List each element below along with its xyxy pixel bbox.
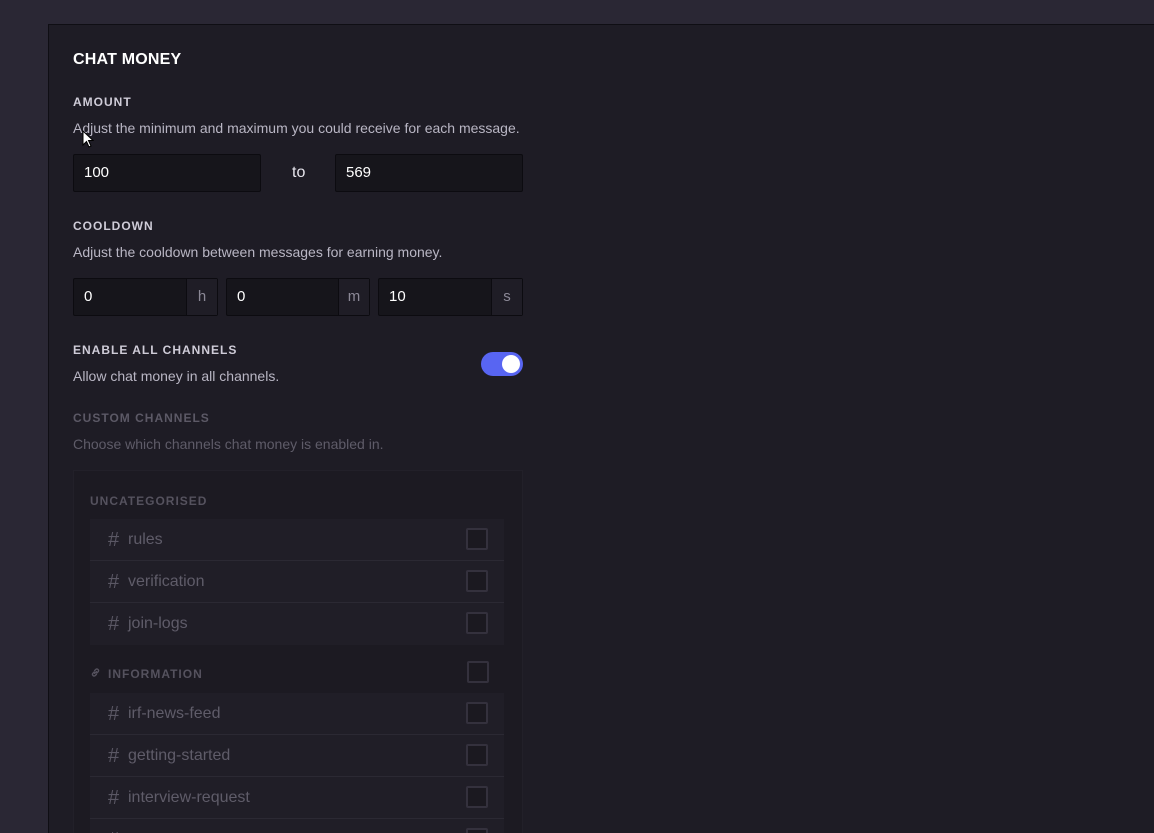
channel-checkbox[interactable] xyxy=(466,828,488,833)
category-uncategorised: UNCATEGORISED xyxy=(90,494,208,508)
custom-channels-description: Choose which channels chat money is enab… xyxy=(73,436,384,452)
settings-panel: CHAT MONEY AMOUNT Adjust the minimum and… xyxy=(48,24,1154,833)
channel-group-information: # irf-news-feed # getting-started # inte… xyxy=(90,693,504,833)
amount-label: AMOUNT xyxy=(73,95,132,109)
amount-min-input[interactable]: 100 xyxy=(73,154,261,192)
cooldown-label: COOLDOWN xyxy=(73,219,154,233)
category-information: INFORMATION xyxy=(90,667,203,681)
custom-channels-label: CUSTOM CHANNELS xyxy=(73,411,210,425)
hash-icon: # xyxy=(108,571,120,593)
cooldown-minutes-input[interactable]: 0 m xyxy=(226,278,370,316)
channel-row[interactable]: # verification xyxy=(90,561,504,603)
hash-icon: # xyxy=(108,529,120,551)
hash-icon: # xyxy=(108,703,120,725)
section-title: CHAT MONEY xyxy=(73,51,182,68)
channel-name: interview-request xyxy=(128,789,250,806)
hours-unit: h xyxy=(186,279,217,315)
amount-min-value: 100 xyxy=(84,164,110,181)
cooldown-minutes-value: 0 xyxy=(237,288,246,305)
channel-checkbox[interactable] xyxy=(466,570,488,592)
channel-list: UNCATEGORISED # rules # verification # j… xyxy=(73,470,523,833)
channel-name: getting-started xyxy=(128,747,231,764)
amount-separator: to xyxy=(292,164,306,181)
channel-row[interactable]: # irf-news-feed xyxy=(90,693,504,735)
channel-checkbox[interactable] xyxy=(466,786,488,808)
link-icon xyxy=(90,667,104,681)
channel-row[interactable]: # interview-request xyxy=(90,777,504,819)
hash-icon: # xyxy=(108,787,120,809)
cooldown-hours-value: 0 xyxy=(84,288,93,305)
channel-name: irf-news-feed xyxy=(128,705,221,722)
channel-group-uncategorised: # rules # verification # join-logs xyxy=(90,519,504,645)
channel-row[interactable]: # xyxy=(90,819,504,833)
category-information-label: INFORMATION xyxy=(108,667,203,681)
cooldown-description: Adjust the cooldown between messages for… xyxy=(73,244,443,260)
channel-name: join-logs xyxy=(128,615,188,632)
hash-icon: # xyxy=(108,613,120,635)
cooldown-seconds-value: 10 xyxy=(389,288,406,305)
seconds-unit: s xyxy=(491,279,522,315)
channel-row[interactable]: # join-logs xyxy=(90,603,504,645)
channel-row[interactable]: # getting-started xyxy=(90,735,504,777)
channel-checkbox[interactable] xyxy=(466,612,488,634)
channel-name: rules xyxy=(128,531,163,548)
channel-name: verification xyxy=(128,573,205,590)
minutes-unit: m xyxy=(338,279,369,315)
amount-max-input[interactable]: 569 xyxy=(335,154,523,192)
channel-checkbox[interactable] xyxy=(466,702,488,724)
enable-all-label: ENABLE ALL CHANNELS xyxy=(73,343,238,357)
hash-icon: # xyxy=(108,829,119,833)
enable-all-description: Allow chat money in all channels. xyxy=(73,368,280,384)
cooldown-hours-input[interactable]: 0 h xyxy=(73,278,218,316)
category-information-checkbox[interactable] xyxy=(467,661,489,683)
amount-max-value: 569 xyxy=(346,164,372,181)
channel-checkbox[interactable] xyxy=(466,528,488,550)
channel-row[interactable]: # rules xyxy=(90,519,504,561)
channel-checkbox[interactable] xyxy=(466,744,488,766)
mouse-cursor-icon xyxy=(82,130,94,148)
enable-all-toggle[interactable] xyxy=(481,352,523,376)
cooldown-seconds-input[interactable]: 10 s xyxy=(378,278,523,316)
amount-description: Adjust the minimum and maximum you could… xyxy=(73,120,520,136)
hash-icon: # xyxy=(108,745,120,767)
toggle-knob xyxy=(502,355,520,373)
